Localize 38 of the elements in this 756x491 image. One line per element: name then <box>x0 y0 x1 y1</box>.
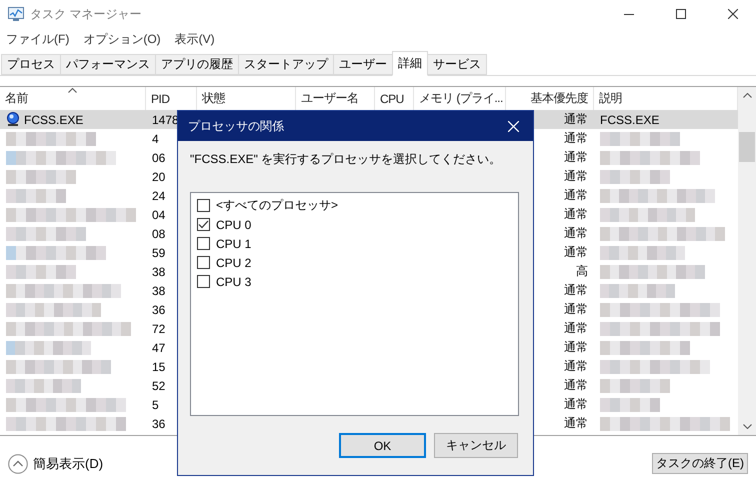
table-cell: 高 <box>576 263 588 280</box>
table-cell: 36 <box>152 416 166 430</box>
table-cell: 52 <box>152 378 166 392</box>
table-cell: FCSS.EXE <box>24 112 84 126</box>
table-cell: 通常 <box>564 339 588 356</box>
table-cell: 通常 <box>564 206 588 223</box>
table-cell: 通常 <box>564 168 588 185</box>
table-cell: 通常 <box>564 111 588 128</box>
table-cell: 通常 <box>564 130 588 147</box>
table-cell: 通常 <box>564 187 588 204</box>
table-cell: 38 <box>152 284 166 298</box>
table-cell: 通常 <box>564 377 588 394</box>
table-cell: 47 <box>152 340 166 354</box>
window-title: タスク マネージャー <box>30 6 142 22</box>
table-cell: 4 <box>152 132 159 146</box>
table-cell: 04 <box>152 208 166 222</box>
table-cell: 通常 <box>564 282 588 299</box>
table-cell: 59 <box>152 246 166 260</box>
table-cell: 5 <box>152 398 159 412</box>
table-cell: 通常 <box>564 396 588 413</box>
table-cell: 08 <box>152 226 166 240</box>
dialog-title: プロセッサの関係 <box>188 118 284 134</box>
table-cell: 15 <box>152 360 166 374</box>
table-cell: 24 <box>152 188 166 202</box>
table-cell-text: FCSS.EXE <box>599 112 660 128</box>
table-cell: 20 <box>152 170 166 184</box>
table-cell: 06 <box>152 150 166 164</box>
table-cell: 通常 <box>564 149 588 166</box>
dialog-prompt: "FCSS.EXE" を実行するプロセッサを選択してください。 <box>190 151 502 168</box>
table-cell: 通常 <box>564 320 588 337</box>
table-cell: 通常 <box>564 244 588 261</box>
table-cell: 通常 <box>564 225 588 242</box>
table-cell: 36 <box>152 302 166 316</box>
table-cell: 通常 <box>564 301 588 318</box>
table-cell: 通常 <box>564 358 588 375</box>
table-cell: 38 <box>152 264 166 278</box>
table-cell: 72 <box>152 322 166 336</box>
table-cell: 通常 <box>564 415 588 432</box>
